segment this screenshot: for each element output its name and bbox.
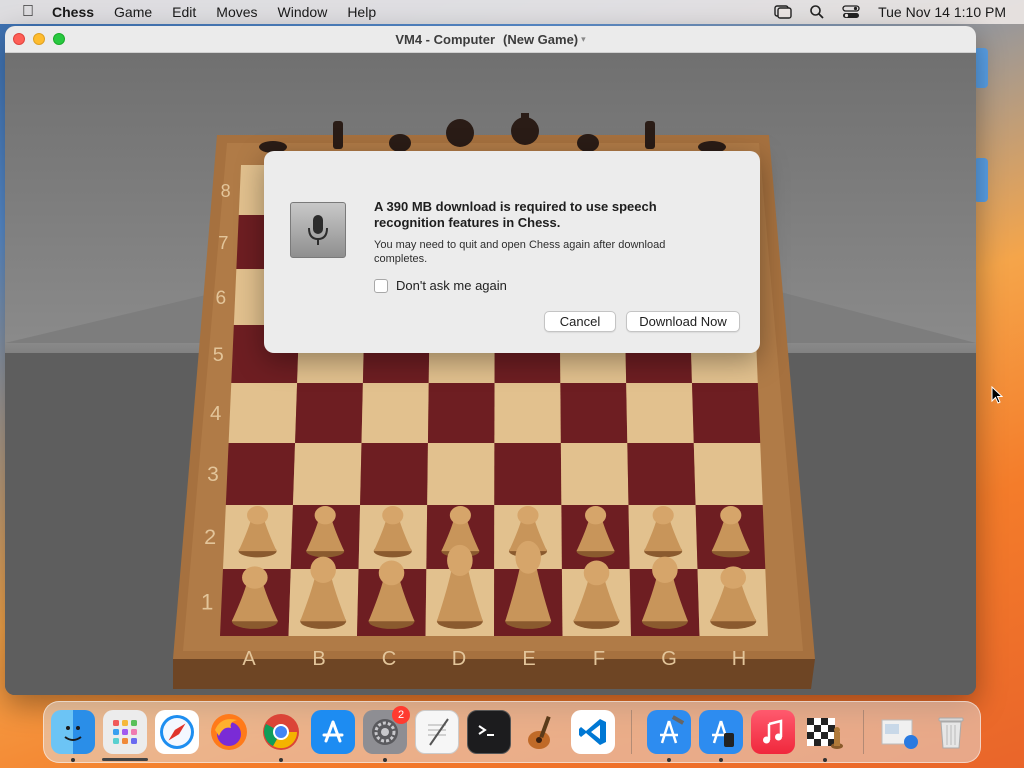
- minimize-window-button[interactable]: [33, 33, 45, 45]
- dock: 2: [43, 701, 981, 763]
- music-icon[interactable]: [751, 710, 795, 754]
- file-label: A: [242, 648, 256, 670]
- download-now-button[interactable]: Download Now: [626, 311, 740, 332]
- board-square[interactable]: [560, 443, 629, 505]
- running-indicator: [383, 758, 387, 762]
- menu-window[interactable]: Window: [278, 4, 328, 20]
- zoom-window-button[interactable]: [53, 33, 65, 45]
- menu-edit[interactable]: Edit: [172, 4, 196, 20]
- dialog-heading: A 390 MB download is required to use spe…: [374, 199, 657, 230]
- file-label: F: [593, 648, 605, 670]
- desktop-widget: [974, 158, 988, 202]
- file-label: E: [522, 648, 535, 670]
- file-label: C: [382, 648, 396, 670]
- board-square[interactable]: [427, 443, 495, 505]
- board-square[interactable]: [360, 443, 428, 505]
- board-square[interactable]: [225, 443, 296, 505]
- apple-menu-icon[interactable]: : [18, 3, 38, 21]
- window-subtitle[interactable]: (New Game): [503, 32, 578, 47]
- dont-ask-checkbox-row[interactable]: Don't ask me again: [374, 278, 507, 293]
- rank-label: 6: [215, 288, 226, 309]
- rank-label: 1: [201, 590, 213, 615]
- chevron-down-icon[interactable]: ▾: [581, 34, 586, 45]
- window-controls: [13, 33, 73, 45]
- rank-label: 4: [210, 403, 221, 425]
- board-square[interactable]: [361, 383, 429, 443]
- terminal-icon[interactable]: [467, 710, 511, 754]
- menu-app-chess[interactable]: Chess: [52, 4, 94, 20]
- window-titlebar[interactable]: VM4 - Computer (New Game) ▾: [5, 26, 976, 53]
- desktop-widget: [974, 48, 988, 88]
- file-label: D: [452, 648, 466, 670]
- running-indicator: [71, 758, 75, 762]
- rank-label: 5: [213, 344, 224, 366]
- textedit-icon[interactable]: [415, 710, 459, 754]
- window-title: VM4 - Computer: [395, 31, 495, 47]
- app-store-icon[interactable]: [311, 710, 355, 754]
- board-square[interactable]: [627, 443, 696, 505]
- board-square[interactable]: [691, 383, 761, 443]
- dont-ask-label[interactable]: Don't ask me again: [396, 278, 507, 293]
- board-square[interactable]: [494, 443, 562, 505]
- finder-icon[interactable]: [51, 710, 95, 754]
- board-square[interactable]: [427, 383, 495, 443]
- file-label: H: [732, 648, 746, 670]
- board-square[interactable]: [295, 383, 363, 443]
- board-square[interactable]: [560, 383, 628, 443]
- control-center-icon[interactable]: [842, 5, 860, 19]
- menu-game[interactable]: Game: [114, 4, 152, 20]
- chess-scene[interactable]: 8 7 6 5 4 3 2 1 A B C D E F G H: [5, 53, 976, 695]
- launch-progress-icon: [102, 758, 148, 761]
- running-indicator: [279, 758, 283, 762]
- simulator-icon[interactable]: [699, 710, 743, 754]
- dont-ask-checkbox[interactable]: [374, 278, 388, 293]
- rank-label: 2: [204, 524, 216, 549]
- chrome-icon[interactable]: [259, 710, 303, 754]
- chess-board[interactable]: 8 7 6 5 4 3 2 1 A B C D E F G H: [5, 53, 976, 695]
- running-indicator: [667, 758, 671, 762]
- vscode-icon[interactable]: [571, 710, 615, 754]
- dock-separator: [631, 710, 632, 754]
- running-indicator: [719, 758, 723, 762]
- rank-label: 3: [207, 463, 219, 486]
- menu-bar:  Chess Game Edit Moves Window Help Tue …: [0, 0, 1024, 24]
- microphone-icon: [290, 202, 346, 258]
- file-label: B: [312, 648, 325, 670]
- safari-icon[interactable]: [155, 710, 199, 754]
- menu-bar-clock[interactable]: Tue Nov 14 1:10 PM: [878, 4, 1006, 20]
- close-window-button[interactable]: [13, 33, 25, 45]
- rank-label: 8: [221, 181, 231, 201]
- xcode-icon[interactable]: [647, 710, 691, 754]
- board-square[interactable]: [494, 383, 561, 443]
- instruments-icon[interactable]: [519, 710, 563, 754]
- trash-icon[interactable]: [929, 710, 973, 754]
- launchpad-icon[interactable]: [103, 710, 147, 754]
- speech-download-dialog: A 390 MB download is required to use spe…: [264, 151, 760, 353]
- preview-icon[interactable]: [877, 710, 921, 754]
- mouse-cursor-icon: [991, 385, 1004, 409]
- board-square[interactable]: [292, 443, 362, 505]
- file-label: G: [661, 648, 677, 670]
- dock-separator: [863, 710, 864, 754]
- board-square[interactable]: [693, 443, 763, 505]
- firefox-icon[interactable]: [207, 710, 251, 754]
- chess-app-icon[interactable]: [803, 710, 847, 754]
- dialog-body: You may need to quit and open Chess agai…: [374, 239, 666, 265]
- cancel-button[interactable]: Cancel: [544, 311, 616, 332]
- rank-label: 7: [218, 232, 228, 253]
- spotlight-search-icon[interactable]: [808, 5, 826, 19]
- chess-window: VM4 - Computer (New Game) ▾ 8 7 6 5 4 3 2 1 A B C…: [5, 26, 976, 695]
- menu-moves[interactable]: Moves: [216, 4, 257, 20]
- screen-mirroring-icon[interactable]: [774, 5, 792, 19]
- board-square[interactable]: [626, 383, 694, 443]
- menu-help[interactable]: Help: [347, 4, 376, 20]
- board-square[interactable]: [228, 383, 298, 443]
- running-indicator: [823, 758, 827, 762]
- notification-badge: 2: [392, 706, 410, 724]
